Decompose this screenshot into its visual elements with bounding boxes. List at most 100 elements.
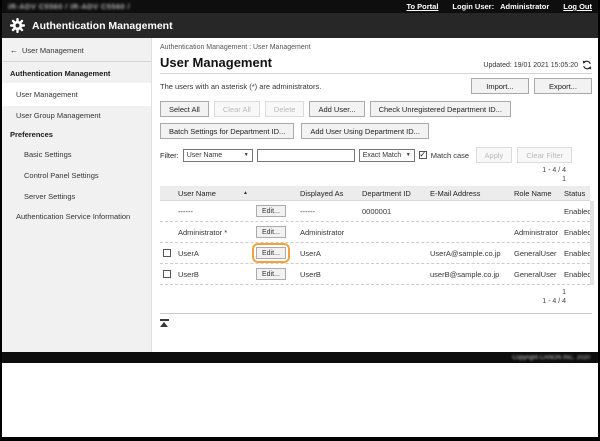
log-out-link[interactable]: Log Out [563,2,592,11]
login-user: Login User: Administrator [452,2,549,11]
select-all-button[interactable]: Select All [160,101,209,117]
gear-icon [10,18,25,33]
add-user-button[interactable]: Add User... [309,101,364,117]
apply-button[interactable]: Apply [476,147,513,163]
cell-user-name: ------ [178,207,193,216]
pagination-page: 1 [160,288,566,297]
sidebar-item-server-settings[interactable]: Server Settings [2,186,151,207]
sidebar: ← User Management Authentication Managem… [2,38,152,352]
sidebar-back-user-management[interactable]: ← User Management [2,41,151,62]
table-row: Administrator* Edit... Administrator Adm… [160,222,590,243]
pagination-page: 1 [160,175,566,184]
main-content: Authentication Management : User Managem… [152,38,598,352]
refresh-icon[interactable] [582,60,592,70]
pagination-bottom: 1 1 - 4 / 4 [160,288,592,306]
row-checkbox[interactable] [163,270,171,278]
pagination-range: 1 - 4 / 4 [160,297,566,306]
column-label: User Name [178,189,216,198]
check-unregistered-dept-button[interactable]: Check Unregistered Department ID... [370,101,511,117]
cell-user-name: Administrator [178,228,222,237]
cell-email: userB@sample.co.jp [428,270,512,279]
sidebar-item-label: Basic Settings [24,150,72,159]
sidebar-item-control-panel-settings[interactable]: Control Panel Settings [2,165,151,186]
table-row: UserA Edit... UserA UserA@sample.co.jp G… [160,243,590,264]
device-name: iR-ADV C5560 / iR-ADV C5560 / [8,2,130,11]
export-button[interactable]: Export... [534,78,592,94]
import-button[interactable]: Import... [471,78,529,94]
filter-label: Filter: [160,151,179,160]
chevron-down-icon: ▼ [244,152,249,158]
cell-user-name: UserB [178,270,199,279]
updated-timestamp: Updated: 19/01 2021 15:05:20 [483,62,578,69]
sidebar-item-label: User Group Management [16,111,101,120]
chevron-down-icon: ▼ [406,152,411,158]
edit-button-highlight-ring: Edit... [252,243,290,263]
column-department-id: Department ID [360,189,428,198]
cell-department-id: 0000001 [360,207,428,216]
table-scrollbar[interactable] [590,201,594,285]
column-displayed-as: Displayed As [298,189,360,198]
match-case-checkbox[interactable]: ✓ [419,151,427,159]
sidebar-item-user-group-management[interactable]: User Group Management [2,106,151,125]
browser-window: iR-ADV C5560 / iR-ADV C5560 / To Portal … [2,0,598,437]
table-header-row: User Name ▲ Displayed As Department ID E… [160,186,590,201]
column-user-name[interactable]: User Name ▲ [174,189,252,198]
sidebar-item-label: Control Panel Settings [24,171,99,180]
sidebar-item-user-management[interactable]: User Management [2,83,151,106]
match-case-label: Match case [431,151,469,160]
admin-asterisk: * [224,228,227,237]
sidebar-item-label: Authentication Management [10,69,110,78]
cell-displayed-as: Administrator [298,228,360,237]
cell-user-name: UserA [178,249,199,258]
back-arrow-icon: ← [10,46,18,55]
edit-button[interactable]: Edit... [256,247,286,259]
sidebar-item-label: Preferences [10,130,53,139]
cell-status: GeneralUser [512,270,564,279]
filter-match-select[interactable]: Exact Match ▼ [359,149,415,162]
cell-displayed-as: UserB [298,270,360,279]
filter-field-select[interactable]: User Name ▼ [183,149,253,162]
sidebar-item-label: User Management [22,46,84,55]
sidebar-item-auth-service-information[interactable]: Authentication Service Information [2,207,151,226]
clear-filter-button[interactable]: Clear Filter [517,147,572,163]
cell-status: Enabled [564,249,590,258]
app-bar: Authentication Management [2,13,598,38]
title-divider [160,73,592,74]
filter-match-value: Exact Match [363,152,402,159]
cell-email: UserA@sample.co.jp [428,249,512,258]
column-role-name: Role Name [512,189,564,198]
edit-button[interactable]: Edit... [256,268,286,280]
delete-button[interactable]: Delete [265,101,305,117]
admin-note: The users with an asterisk (*) are admin… [160,82,321,91]
page-title: User Management [160,55,272,70]
check-icon: ✓ [419,151,426,159]
batch-settings-dept-button[interactable]: Batch Settings for Department ID... [160,123,294,139]
sidebar-item-label: Authentication Service Information [16,212,130,221]
add-user-using-dept-button[interactable]: Add User Using Department ID... [301,123,429,139]
sidebar-header-authentication-management: Authentication Management [2,64,151,83]
back-to-top-icon[interactable] [160,319,169,327]
sidebar-item-label: User Management [16,90,78,99]
login-user-value: Administrator [500,2,549,11]
cell-status: Enabled [564,207,590,216]
filter-field-value: User Name [187,152,222,159]
pagination-top: 1 - 4 / 4 1 [160,166,592,184]
cell-role-name: GeneralUser [512,249,564,258]
to-portal-link[interactable]: To Portal [406,2,438,11]
filter-input[interactable] [257,149,355,162]
sort-asc-icon[interactable]: ▲ [243,190,252,196]
empty-area [2,363,598,437]
user-table: User Name ▲ Displayed As Department ID E… [160,186,590,285]
app-title: Authentication Management [32,20,173,32]
footer-bar: Copyright CANON INC. 2020 [2,352,598,363]
edit-button[interactable]: Edit... [256,226,286,238]
cell-status: Enabled [564,228,590,237]
cell-status: Enabled [564,270,590,279]
clear-all-button[interactable]: Clear All [214,101,260,117]
sidebar-header-preferences: Preferences [2,125,151,144]
sidebar-item-basic-settings[interactable]: Basic Settings [2,144,151,165]
sidebar-item-label: Server Settings [24,192,75,201]
edit-button[interactable]: Edit... [256,205,286,217]
top-bar: iR-ADV C5560 / iR-ADV C5560 / To Portal … [2,0,598,13]
row-checkbox[interactable] [163,249,171,257]
